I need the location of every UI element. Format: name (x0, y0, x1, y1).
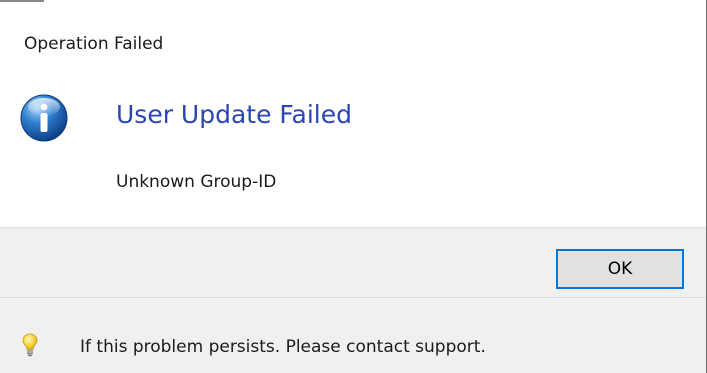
dialog-title: Operation Failed (24, 34, 164, 54)
info-icon (20, 94, 68, 142)
content-text: Unknown Group-ID (116, 172, 277, 192)
footer-text: If this problem persists. Please contact… (80, 337, 486, 357)
ok-button[interactable]: OK (556, 249, 684, 289)
main-instruction: User Update Failed (116, 100, 352, 129)
window-edge-fragment (0, 0, 44, 2)
footer: If this problem persists. Please contact… (0, 298, 706, 373)
window-top-edge (0, 0, 706, 6)
lightbulb-icon (22, 333, 38, 357)
button-band: OK (0, 227, 706, 297)
task-dialog: Operation Failed User Update Failed Unkn… (0, 0, 707, 373)
